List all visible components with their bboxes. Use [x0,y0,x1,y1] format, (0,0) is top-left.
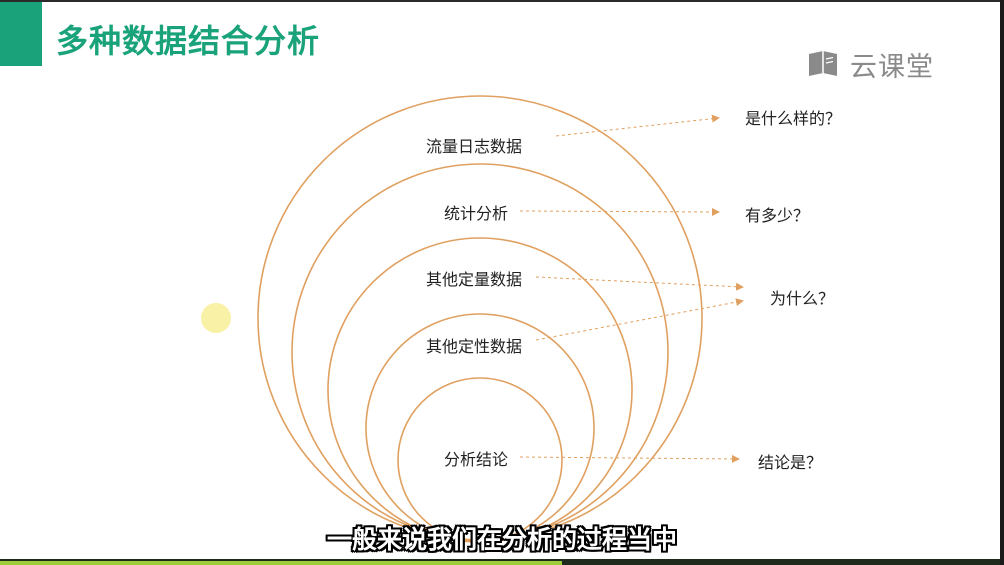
rings [257,95,703,543]
question-why: 为什么？ [770,289,835,308]
question-what-like: 是什么样的？ [745,109,842,128]
ring-label-conclusion: 分析结论 [444,450,509,469]
connector-conclusion [519,454,740,463]
frame-right-edge [1000,0,1004,565]
video-subtitle: 一般来说我们在分析的过程当中 [326,525,677,554]
question-conclusion: 结论是？ [758,453,823,472]
ring-label-traffic-log: 流量日志数据 [426,137,523,156]
connector-qualitative [535,298,744,341]
connector-quantitative [535,276,744,291]
pointer-highlight [201,303,231,333]
ring-label-qualitative: 其他定性数据 [426,337,523,356]
connector-statistics [519,207,720,216]
question-how-many: 有多少？ [745,206,810,225]
video-progress-fill [0,561,563,565]
ring-label-statistics: 统计分析 [444,204,509,223]
ring-label-quantitative: 其他定量数据 [426,270,523,289]
ring-traffic-log [257,95,703,541]
